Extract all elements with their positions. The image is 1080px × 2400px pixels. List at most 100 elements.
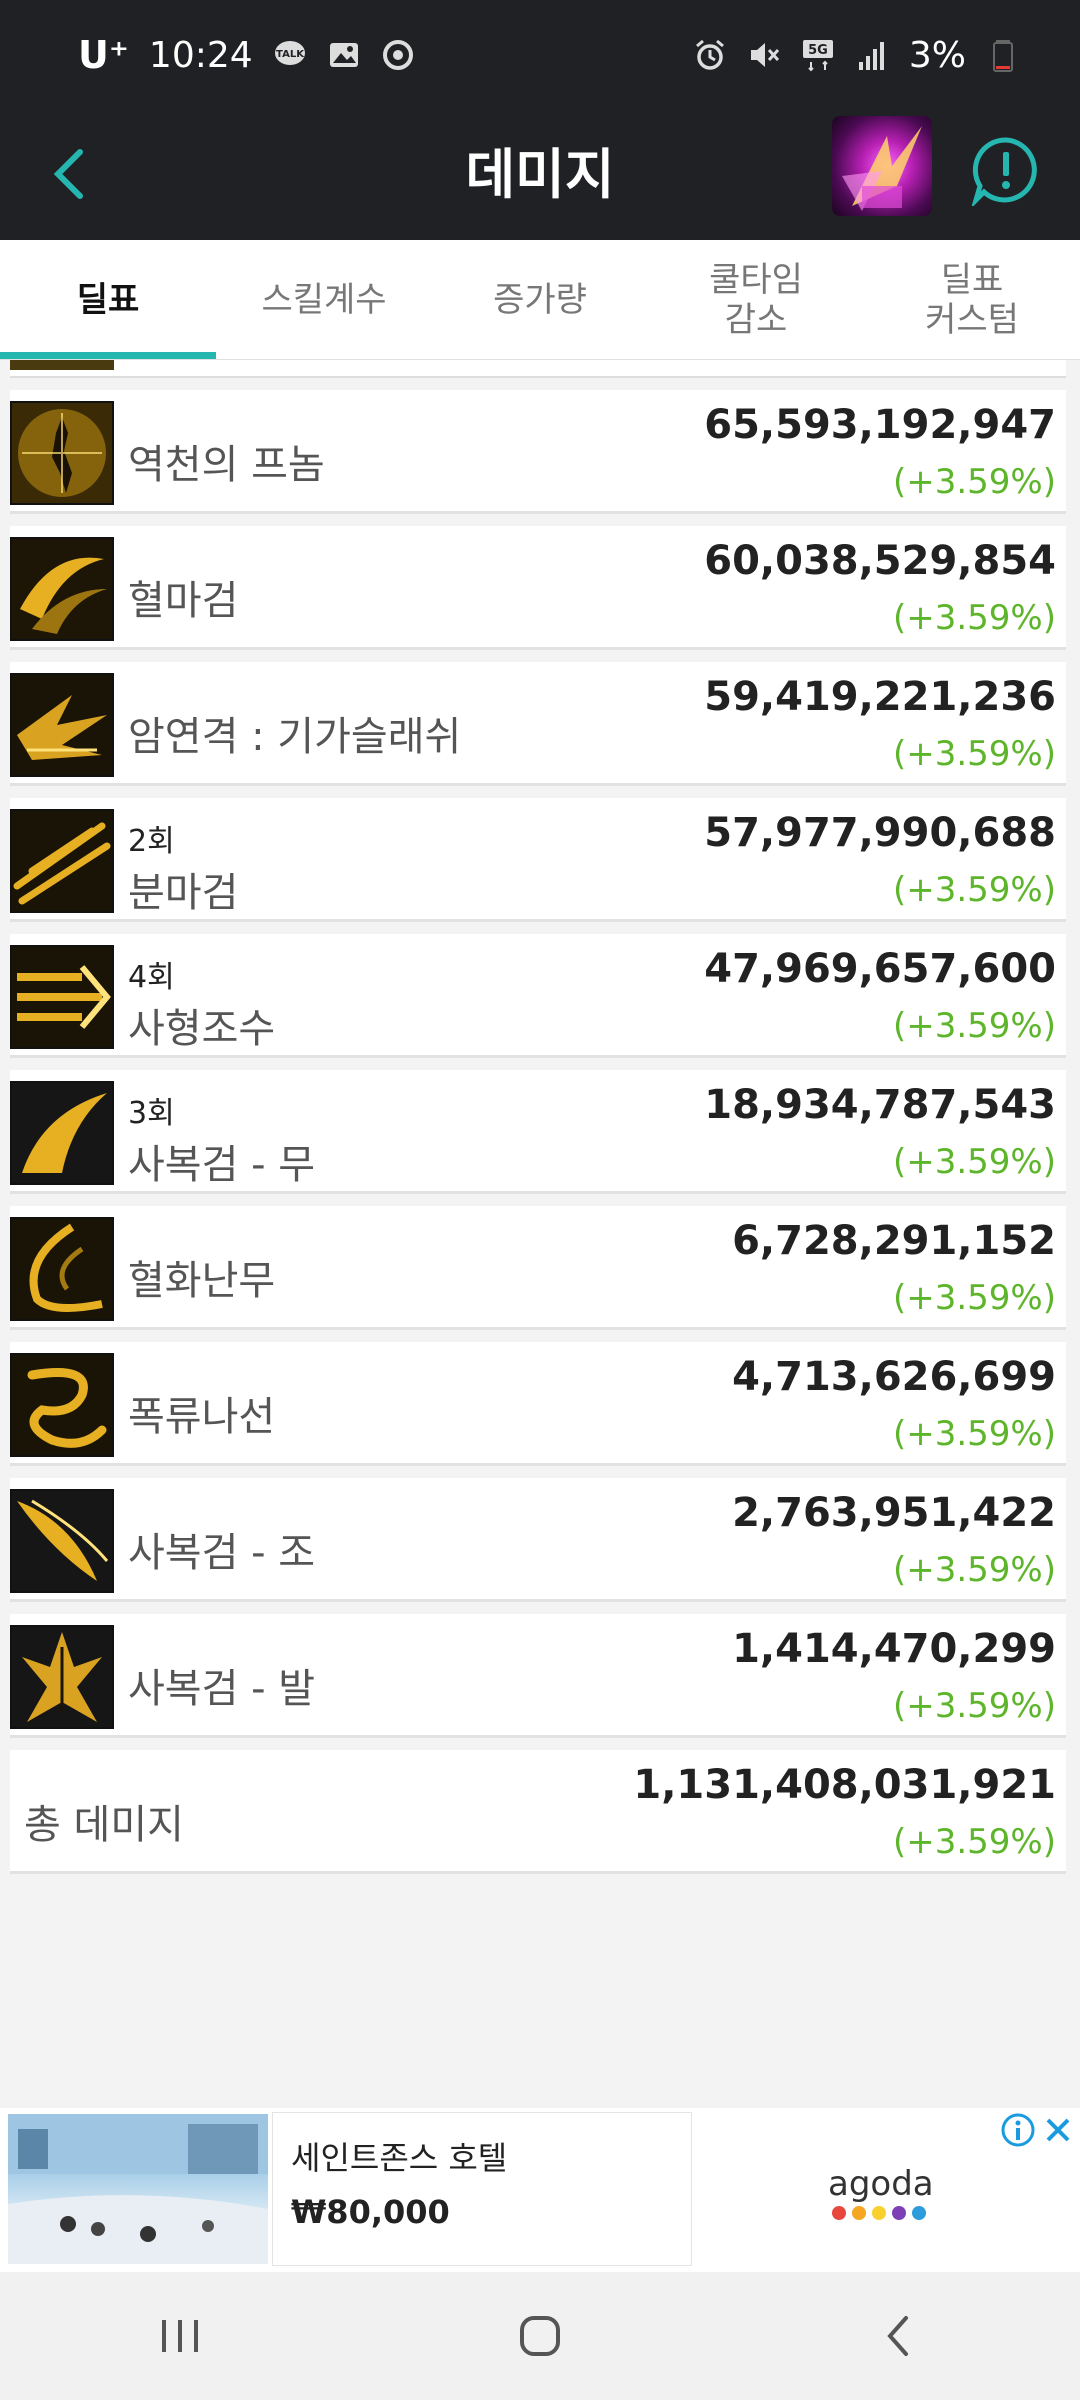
skill-damage: 57,977,990,688 [704,810,1056,856]
skill-icon-swirl [10,1217,114,1321]
skill-damage-list[interactable]: 역천의 프놈 65,593,192,947 (+3.59%) 혈마검 60,03… [0,360,1080,1880]
skill-damage-change: (+3.59%) [892,870,1056,910]
battery-percent: 3% [908,34,966,76]
skill-damage: 2,763,951,422 [732,1490,1056,1536]
alert-button[interactable] [970,134,1042,209]
skill-name: 분마검 [128,870,239,916]
network-label: 5G [808,43,828,58]
recent-apps-button[interactable] [140,2296,220,2376]
skill-row[interactable]: 2회 분마검 57,977,990,688 (+3.59%) [10,798,1066,922]
ad-price: ₩80,000 [291,2193,450,2231]
skill-damage-change: (+3.59%) [892,734,1056,774]
ad-banner[interactable]: 세인트존스 호텔 ₩80,000 agoda [0,2108,1080,2272]
skill-damage: 6,728,291,152 [732,1218,1056,1264]
tab-skill-coefficient[interactable]: 스킬계수 [216,240,432,359]
brand-dot [852,2206,866,2220]
svg-text:TALK: TALK [276,49,305,60]
system-nav-bar [0,2272,1080,2400]
tab-bar: 딜표 스킬계수 증가량 쿨타임 감소 딜표 커스텀 [0,240,1080,360]
skill-damage: 65,593,192,947 [704,402,1056,448]
status-bar: U⁺ 10:24 TALK 5G 3% [0,0,1080,110]
battery-icon [986,38,1020,72]
talk-icon: TALK [273,38,307,72]
alarm-icon [693,38,727,72]
skill-name: 암연격 : 기가슬래쉬 [128,714,462,760]
skill-row[interactable]: 폭류나선 4,713,626,699 (+3.59%) [10,1342,1066,1466]
sync-icon [381,38,415,72]
total-damage-change: (+3.59%) [892,1822,1056,1862]
skill-row[interactable]: 혈화난무 6,728,291,152 (+3.59%) [10,1206,1066,1330]
skill-name: 폭류나선 [128,1394,276,1440]
skill-damage: 47,969,657,600 [704,946,1056,992]
brand-dot [832,2206,846,2220]
skill-damage-change: (+3.59%) [892,1414,1056,1454]
tab-increase[interactable]: 증가량 [432,240,648,359]
skill-name: 사형조수 [128,1006,276,1052]
skill-icon-arrow [10,945,114,1049]
skill-damage: 18,934,787,543 [704,1082,1056,1128]
home-icon [520,2316,560,2356]
nav-back-button[interactable] [860,2296,940,2376]
mute-icon [747,38,781,72]
ad-image[interactable] [8,2114,268,2264]
ad-card[interactable]: 세인트존스 호텔 ₩80,000 [272,2112,692,2266]
brand-dot [892,2206,906,2220]
skill-row[interactable]: 암연격 : 기가슬래쉬 59,419,221,236 (+3.59%) [10,662,1066,786]
skill-icon-claw [10,673,114,777]
alert-chat-icon [970,137,1037,209]
skill-row[interactable]: 4회 사형조수 47,969,657,600 (+3.59%) [10,934,1066,1058]
skill-name: 사복검 - 무 [128,1142,316,1188]
skill-damage-change: (+3.59%) [892,598,1056,638]
hit-count: 4회 [128,960,175,995]
total-label: 총 데미지 [24,1802,184,1848]
skill-damage-change: (+3.59%) [892,1550,1056,1590]
skill-damage-change: (+3.59%) [892,1142,1056,1182]
skill-damage: 1,414,470,299 [732,1626,1056,1672]
chevron-left-icon [53,149,83,199]
skill-icon-spike [10,1625,114,1729]
partial-skill-icon [10,360,114,370]
skill-damage: 60,038,529,854 [704,538,1056,584]
ad-info-icon[interactable] [1000,2112,1036,2148]
ad-brand-dots [832,2206,926,2220]
hit-count: 2회 [128,824,175,859]
skill-icon-feather [10,1489,114,1593]
status-bar-left: U⁺ 10:24 TALK [78,33,415,77]
skill-row[interactable]: 3회 사복검 - 무 18,934,787,543 (+3.59%) [10,1070,1066,1194]
tab-cooldown-reduction[interactable]: 쿨타임 감소 [648,240,864,359]
ad-brand-logo[interactable]: agoda [828,2164,934,2204]
skill-damage-change: (+3.59%) [892,1278,1056,1318]
skill-name: 혈화난무 [128,1258,276,1304]
skill-damage-change: (+3.59%) [892,462,1056,502]
tab-damage-table[interactable]: 딜표 [0,240,216,359]
skill-icon-figure [10,401,114,505]
ad-close-icon[interactable] [1040,2112,1076,2148]
signal-icon [855,38,889,72]
skill-icon-wing [10,1081,114,1185]
skill-icon-streaks [10,809,114,913]
back-icon [887,2316,908,2356]
skill-damage-change: (+3.59%) [892,1686,1056,1726]
app-bar: 데미지 [0,110,1080,240]
skill-icon-slash [10,537,114,641]
skill-row[interactable]: 역천의 프놈 65,593,192,947 (+3.59%) [10,390,1066,514]
class-avatar[interactable] [832,116,932,216]
gallery-icon [327,38,361,72]
skill-damage: 59,419,221,236 [704,674,1056,720]
skill-row[interactable]: 사복검 - 발 1,414,470,299 (+3.59%) [10,1614,1066,1738]
recent-apps-icon [162,2320,198,2352]
5g-icon: 5G [801,38,835,72]
total-damage: 1,131,408,031,921 [633,1762,1056,1808]
total-row: 총 데미지 1,131,408,031,921 (+3.59%) [10,1750,1066,1874]
skill-name: 사복검 - 조 [128,1530,316,1576]
skill-row[interactable]: 혈마검 60,038,529,854 (+3.59%) [10,526,1066,650]
home-button[interactable] [500,2296,580,2376]
brand-dot [872,2206,886,2220]
back-button[interactable] [36,138,108,210]
skill-name: 혈마검 [128,578,239,624]
hit-count: 3회 [128,1096,175,1131]
skill-name: 역천의 프놈 [128,442,325,488]
skill-row[interactable]: 사복검 - 조 2,763,951,422 (+3.59%) [10,1478,1066,1602]
tab-damage-custom[interactable]: 딜표 커스텀 [864,240,1080,359]
partial-row [10,360,1066,378]
